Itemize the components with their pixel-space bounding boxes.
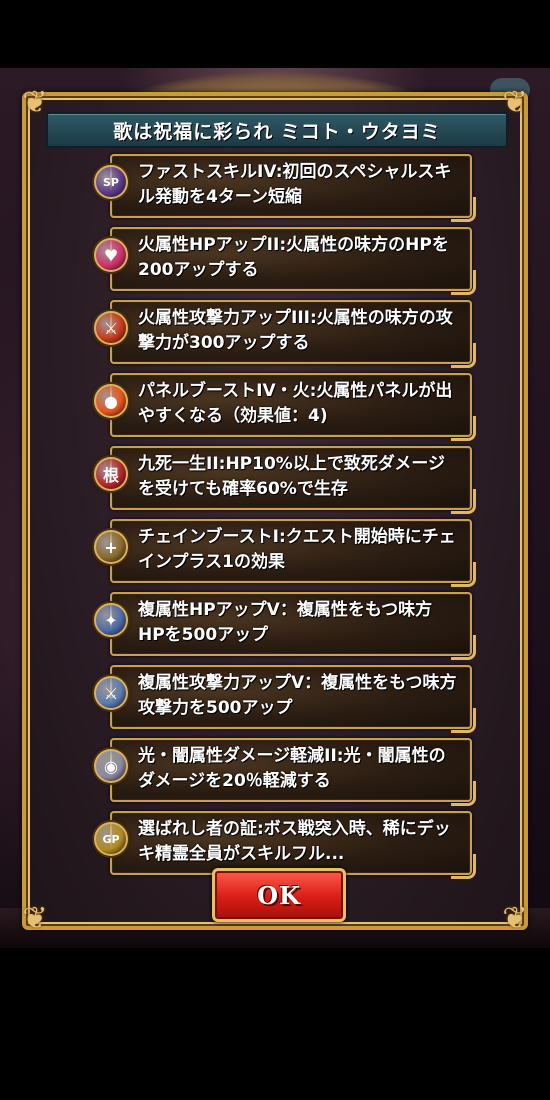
skill-description: パネルブーストIV・火:火属性パネルが出やすくなる（効果値：4) xyxy=(138,381,453,426)
sword-icon: ⚔ xyxy=(94,311,128,345)
skill-item[interactable]: 複属性攻撃力アップV：複属性をもつ味方攻撃力を500アップ ⚔ xyxy=(94,665,476,733)
skill-swirl-icon: SP xyxy=(94,165,128,199)
skill-description: 選ばれし者の証:ボス戦突入時、稀にデッキ精霊全員がスキルフル... xyxy=(138,819,451,864)
dialog-title-bar: 歌は祝福に彩られ ミコト・ウタヨミ xyxy=(46,112,508,148)
skill-description: ファストスキルIV:初回のスペシャルスキル発動を4ターン短縮 xyxy=(138,162,452,207)
skill-description: 光・闇属性ダメージ軽減II:光・闇属性のダメージを20％軽減する xyxy=(138,746,446,791)
skill-list-dialog: ❦ ❦ ❦ ❦ 歌は祝福に彩られ ミコト・ウタヨミ ファストスキルIV:初回のス… xyxy=(22,86,528,936)
heart-icon: ♥ xyxy=(94,238,128,272)
fire-orb-icon: ● xyxy=(94,384,128,418)
skill-item[interactable]: チェインブーストI:クエスト開始時にチェインプラス1の効果 + xyxy=(94,519,476,587)
ornament-corner-icon: ❦ xyxy=(22,901,48,936)
skill-description: 火属性攻撃力アップIII:火属性の味方の攻撃力が300アップする xyxy=(138,308,453,353)
ornament-corner-icon: ❦ xyxy=(502,901,528,936)
skill-item[interactable]: ファストスキルIV:初回のスペシャルスキル発動を4ターン短縮 SP xyxy=(94,154,476,222)
light-dark-icon: ◉ xyxy=(94,749,128,783)
dialog-title: 歌は祝福に彩られ ミコト・ウタヨミ xyxy=(113,120,441,143)
skill-item[interactable]: 光・闇属性ダメージ軽減II:光・闇属性のダメージを20％軽減する ◉ xyxy=(94,738,476,806)
skill-item[interactable]: 火属性HPアップII:火属性の味方のHPを200アップする ♥ xyxy=(94,227,476,295)
skill-description: 九死一生II:HP10%以上で致死ダメージを受けても確率60%で生存 xyxy=(138,454,445,499)
skill-item[interactable]: パネルブーストIV・火:火属性パネルが出やすくなる（効果値：4) ● xyxy=(94,373,476,441)
skill-description: 複属性HPアップV：複属性をもつ味方HPを500アップ xyxy=(138,600,433,645)
skill-item[interactable]: 複属性HPアップV：複属性をもつ味方HPを500アップ ✦ xyxy=(94,592,476,660)
kanji-badge-icon: 根 xyxy=(94,457,128,491)
chain-icon: + xyxy=(94,530,128,564)
skill-description: 複属性攻撃力アップV：複属性をもつ味方攻撃力を500アップ xyxy=(138,673,457,718)
skill-description: チェインブーストI:クエスト開始時にチェインプラス1の効果 xyxy=(138,527,456,572)
multi-element-sword-icon: ⚔ xyxy=(94,676,128,710)
ok-button[interactable]: OK xyxy=(212,868,346,922)
skill-item[interactable]: 火属性攻撃力アップIII:火属性の味方の攻撃力が300アップする ⚔ xyxy=(94,300,476,368)
gp-badge-icon: GP xyxy=(94,822,128,856)
skill-item[interactable]: 九死一生II:HP10%以上で致死ダメージを受けても確率60%で生存根 xyxy=(94,446,476,514)
skill-description: 火属性HPアップII:火属性の味方のHPを200アップする xyxy=(138,235,449,280)
skill-list[interactable]: ファストスキルIV:初回のスペシャルスキル発動を4ターン短縮 SP 火属性HPアップ… xyxy=(94,154,476,884)
ok-button-label: OK xyxy=(257,880,301,910)
multi-element-heart-icon: ✦ xyxy=(94,603,128,637)
